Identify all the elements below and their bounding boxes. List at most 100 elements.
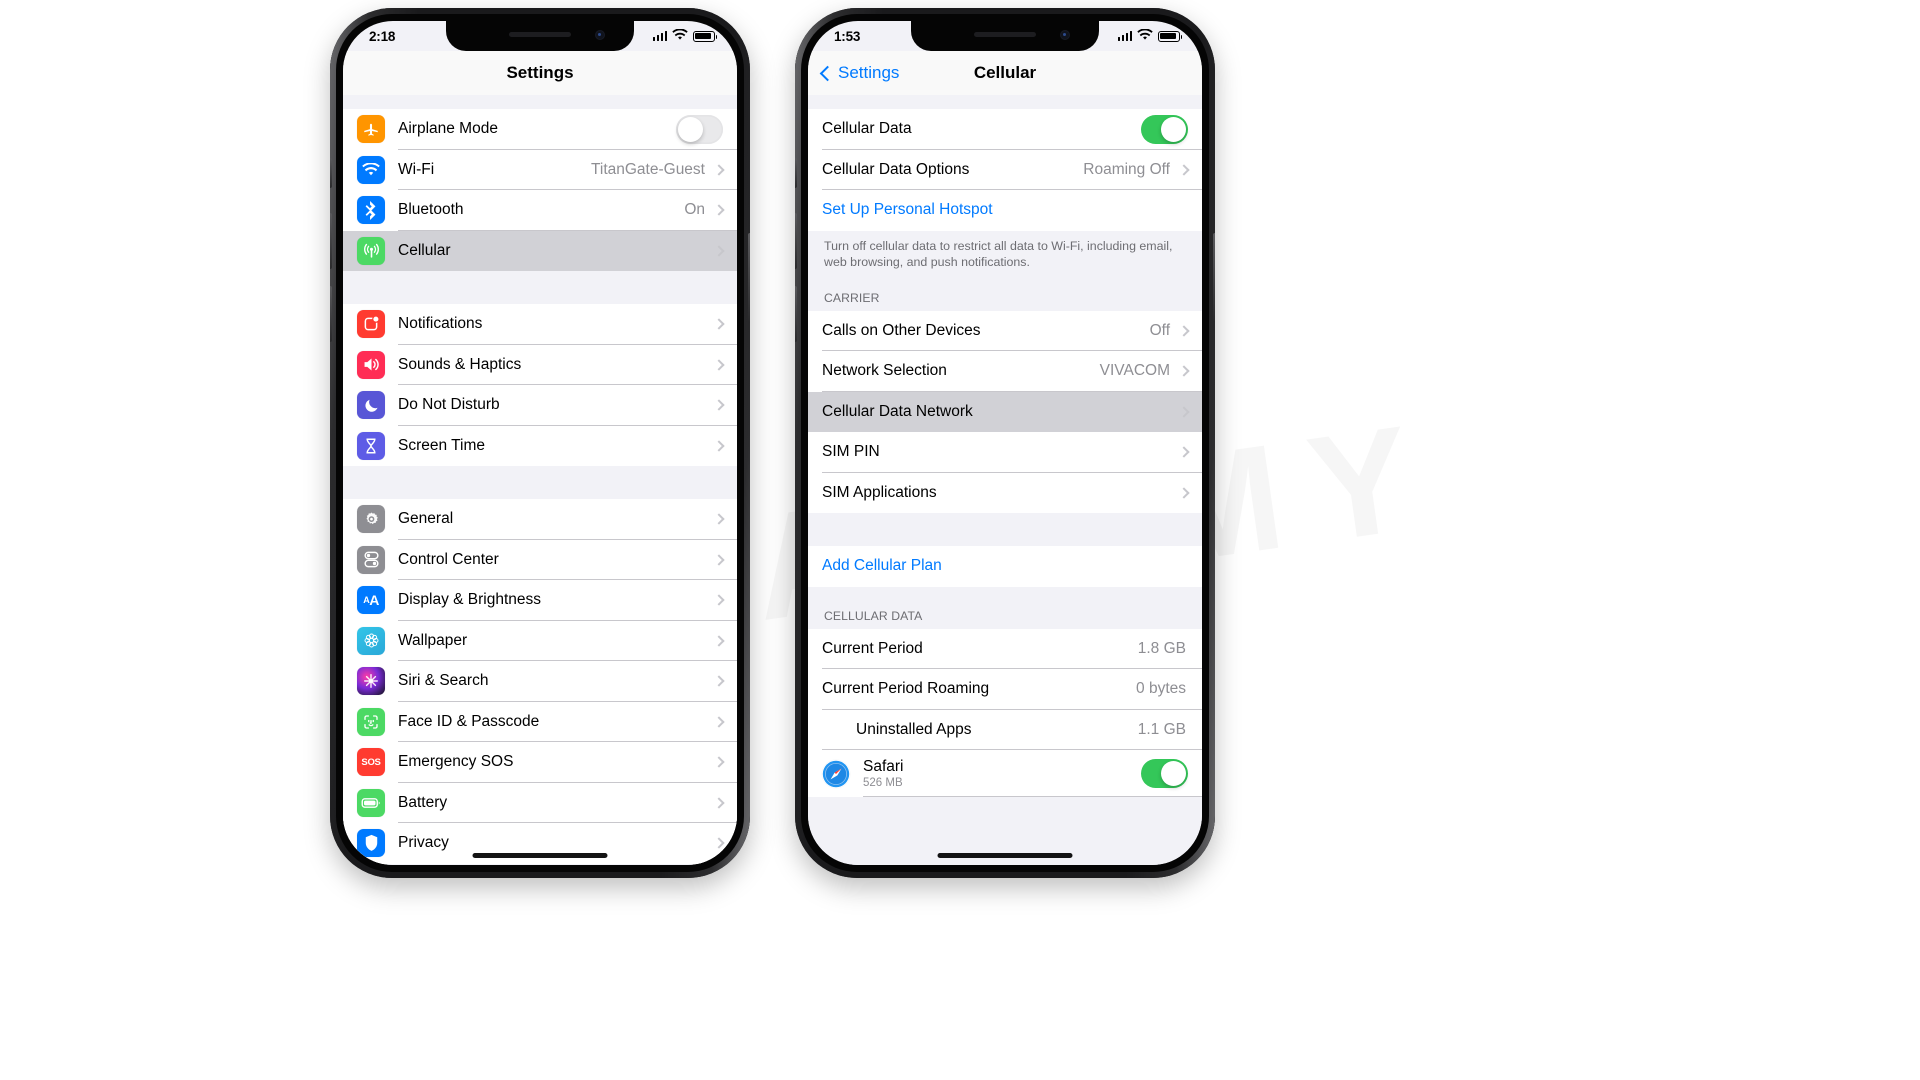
row-cellular[interactable]: Cellular (343, 230, 737, 271)
row-label: Do Not Disturb (398, 396, 500, 414)
group-alerts: Notifications Sounds & Haptics Do Not Di… (343, 304, 737, 466)
row-uninstalled-apps[interactable]: Uninstalled Apps 1.1 GB (808, 709, 1202, 750)
row-face-id-passcode[interactable]: Face ID & Passcode (343, 701, 737, 742)
settings-list[interactable]: Airplane Mode Wi-Fi TitanGate-Guest Blue… (343, 95, 737, 865)
row-general[interactable]: General (343, 499, 737, 540)
iphone-settings-device: 2:18 Settings Airplane Mode Wi-Fi TitanG… (330, 8, 750, 878)
chevron-right-icon (1178, 365, 1190, 377)
row-control-center[interactable]: Control Center (343, 539, 737, 580)
chevron-right-icon (1178, 406, 1190, 418)
airplane-mode-toggle[interactable] (676, 115, 723, 144)
row-label: Display & Brightness (398, 591, 542, 609)
control-center-icon (357, 545, 385, 574)
row-label: SIM PIN (822, 443, 880, 461)
row-bluetooth[interactable]: Bluetooth On (343, 190, 737, 231)
chevron-right-icon (713, 440, 725, 452)
row-add-cellular-plan[interactable]: Add Cellular Plan (808, 546, 1202, 587)
row-label: Bluetooth (398, 201, 464, 219)
list-gap (343, 466, 737, 499)
status-bar: 2:18 (343, 21, 737, 51)
row-do-not-disturb[interactable]: Do Not Disturb (343, 385, 737, 426)
row-label: Add Cellular Plan (822, 557, 942, 575)
row-cellular-data-network[interactable]: Cellular Data Network (808, 391, 1202, 432)
app-info: Safari 526 MB (863, 758, 1141, 790)
airplane-icon (357, 115, 385, 144)
do-not-disturb-icon (357, 391, 385, 420)
safari-cellular-toggle[interactable] (1141, 759, 1188, 788)
volume-up-button[interactable] (330, 213, 332, 269)
chevron-right-icon (713, 594, 725, 606)
row-label: Cellular Data (822, 120, 912, 138)
group-connectivity: Airplane Mode Wi-Fi TitanGate-Guest Blue… (343, 109, 737, 271)
chevron-right-icon (713, 513, 725, 525)
volume-down-button[interactable] (795, 286, 797, 342)
row-siri-search[interactable]: Siri & Search (343, 661, 737, 702)
row-value: TitanGate-Guest (590, 160, 705, 178)
group-carrier: Calls on Other Devices Off Network Selec… (808, 310, 1202, 513)
list-gap (343, 95, 737, 109)
carrier-section-header: CARRIER (808, 284, 1202, 311)
volume-up-button[interactable] (795, 213, 797, 269)
power-button[interactable] (1213, 233, 1215, 321)
cellular-icon (357, 236, 385, 265)
chevron-right-icon (713, 204, 725, 216)
group-add-plan: Add Cellular Plan (808, 546, 1202, 587)
row-current-period-roaming[interactable]: Current Period Roaming 0 bytes (808, 669, 1202, 710)
row-current-period[interactable]: Current Period 1.8 GB (808, 628, 1202, 669)
gear-icon (357, 505, 385, 534)
row-set-up-personal-hotspot[interactable]: Set Up Personal Hotspot (808, 190, 1202, 231)
row-display-brightness[interactable]: AA Display & Brightness (343, 580, 737, 621)
bluetooth-icon (357, 196, 385, 225)
page-title: Cellular (973, 63, 1037, 82)
row-calls-on-other-devices[interactable]: Calls on Other Devices Off (808, 310, 1202, 351)
row-label: Privacy (398, 834, 449, 852)
row-wallpaper[interactable]: Wallpaper (343, 620, 737, 661)
chevron-right-icon (713, 635, 725, 647)
wifi-icon (357, 155, 385, 184)
navigation-bar: Settings Cellular (808, 51, 1202, 95)
list-gap (808, 513, 1202, 546)
cellular-signal-icon (652, 31, 667, 41)
home-indicator[interactable] (937, 853, 1073, 858)
row-battery[interactable]: Battery (343, 782, 737, 823)
row-label: General (398, 510, 454, 528)
list-gap (343, 271, 737, 304)
row-cellular-data[interactable]: Cellular Data (808, 109, 1202, 150)
row-label: Sounds & Haptics (398, 355, 522, 373)
row-label: Set Up Personal Hotspot (822, 201, 993, 219)
power-button[interactable] (748, 233, 750, 321)
silent-switch[interactable] (330, 158, 332, 188)
wifi-icon (672, 27, 688, 44)
volume-down-button[interactable] (330, 286, 332, 342)
row-label: Current Period Roaming (822, 680, 990, 698)
back-button[interactable]: Settings (819, 51, 899, 95)
cellular-screen: 1:53 Settings Cellular Cellular Data Cel… (808, 21, 1202, 865)
notifications-icon (357, 310, 385, 339)
navigation-bar: Settings (343, 51, 737, 95)
row-notifications[interactable]: Notifications (343, 304, 737, 345)
row-sounds-haptics[interactable]: Sounds & Haptics (343, 344, 737, 385)
cellular-data-toggle[interactable] (1141, 115, 1188, 144)
row-app-safari[interactable]: Safari 526 MB (808, 750, 1202, 797)
row-label: Network Selection (822, 362, 947, 380)
row-label: Uninstalled Apps (856, 720, 972, 738)
display-brightness-icon: AA (357, 586, 385, 615)
row-airplane-mode[interactable]: Airplane Mode (343, 109, 737, 150)
safari-icon (822, 759, 850, 788)
cellular-list[interactable]: Cellular Data Cellular Data Options Roam… (808, 95, 1202, 865)
home-indicator[interactable] (472, 853, 608, 858)
row-emergency-sos[interactable]: SOS Emergency SOS (343, 742, 737, 783)
row-sim-pin[interactable]: SIM PIN (808, 432, 1202, 473)
row-network-selection[interactable]: Network Selection VIVACOM (808, 351, 1202, 392)
row-wifi[interactable]: Wi-Fi TitanGate-Guest (343, 149, 737, 190)
row-label: Airplane Mode (398, 120, 498, 138)
chevron-right-icon (713, 164, 725, 176)
silent-switch[interactable] (795, 158, 797, 188)
row-screen-time[interactable]: Screen Time (343, 425, 737, 466)
row-label: SIM Applications (822, 483, 937, 501)
row-sim-applications[interactable]: SIM Applications (808, 472, 1202, 513)
screenshot-root: ACADEMY 2:18 (0, 0, 1920, 1080)
row-cellular-data-options[interactable]: Cellular Data Options Roaming Off (808, 149, 1202, 190)
chevron-right-icon (1178, 164, 1190, 176)
row-label: Current Period (822, 639, 923, 657)
